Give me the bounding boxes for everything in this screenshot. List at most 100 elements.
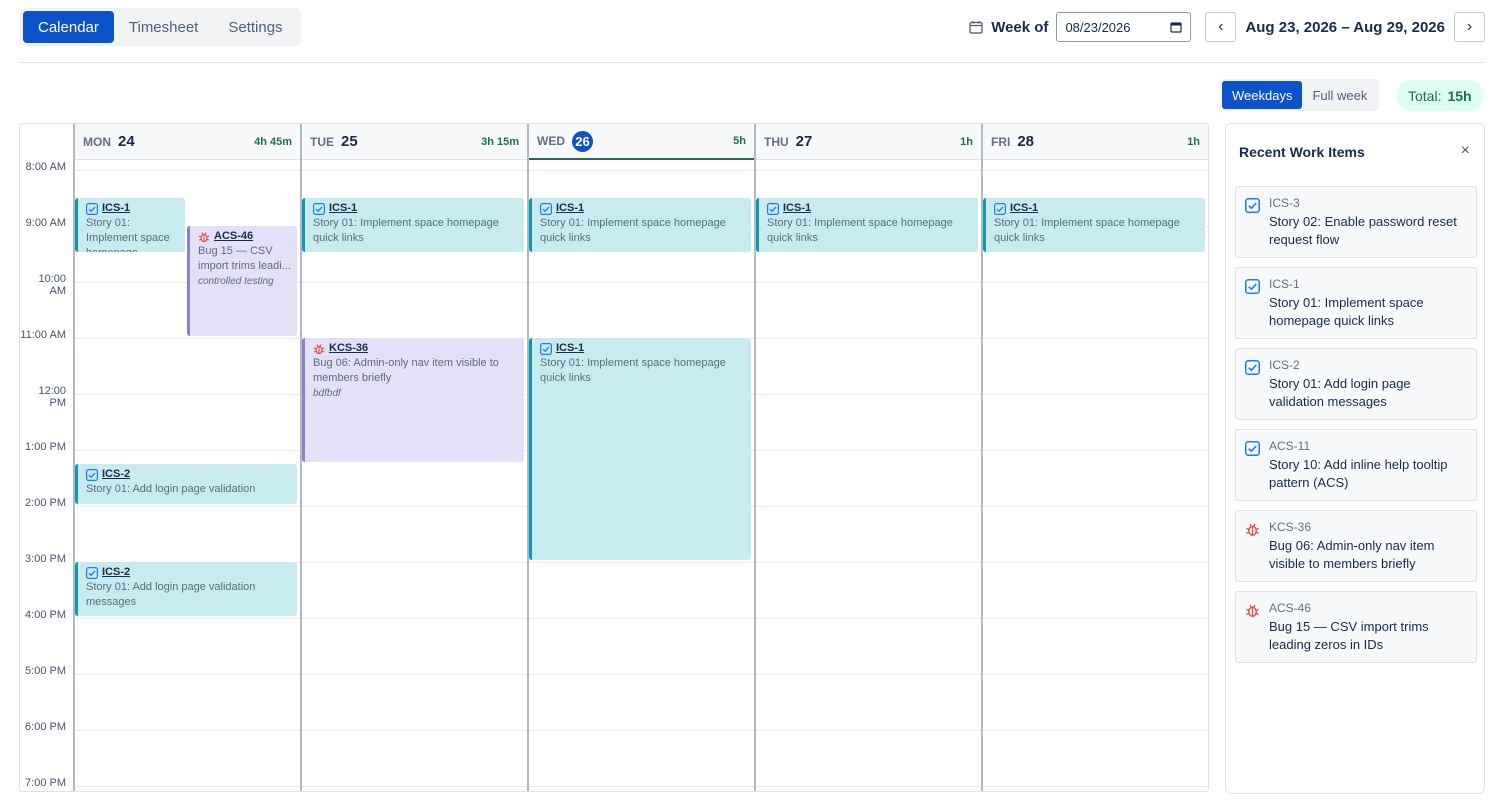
day-total: 4h 45m [254,135,292,148]
recent-work-item[interactable]: ACS-46 Bug 15 — CSV import trims leading … [1235,591,1477,663]
time-label: 10:00 AM [38,273,66,297]
recent-work-item[interactable]: ICS-3 Story 02: Enable password reset req… [1235,186,1477,258]
prev-week-button[interactable]: ‹ [1205,12,1237,42]
event-key-link[interactable]: ICS-1 [329,201,357,216]
day-total: 1h [960,135,973,148]
time-label: 12:00 PM [38,385,66,409]
work-item-title: Story 10: Add inline help tooltip patter… [1269,457,1448,490]
bug-icon [1245,603,1260,618]
time-label: 4:00 PM [25,609,66,621]
calendar-event[interactable]: KCS-36 Bug 06: Admin-only nav item visibl… [302,338,524,462]
bug-icon [1245,523,1260,536]
calendar-event[interactable]: ICS-2 Story 01: Add login page validation… [75,562,297,616]
event-title: Story 01: Implement space homepage... [86,217,170,252]
story-icon [1245,441,1261,457]
calendar-event[interactable]: ICS-1 Story 01: Implement space homepage … [529,338,751,560]
panel-title: Recent Work Items [1239,144,1365,160]
work-item-key: KCS-36 [1269,520,1312,534]
total-value: 15h [1447,87,1472,104]
event-key-link[interactable]: ACS-46 [214,229,253,244]
event-key-link[interactable]: ICS-2 [102,467,130,482]
event-key-link[interactable]: ICS-1 [102,201,130,216]
bug-icon [313,343,325,354]
work-item-key: ICS-3 [1269,196,1300,210]
story-icon [313,202,325,215]
view-weekdays-button[interactable]: Weekdays [1222,81,1303,109]
story-icon [994,202,1006,215]
event-header: ICS-2 [86,467,291,482]
event-key-link[interactable]: ICS-1 [1010,201,1038,216]
day-of-week: FRI [991,134,1011,149]
day-number: 24 [118,133,135,150]
day-header: THU 27 1h [756,124,981,160]
story-icon [1245,198,1261,214]
event-key-link[interactable]: ICS-2 [102,565,130,580]
day-column-fri[interactable]: FRI 28 1h ICS-1 Story 01: Implement space… [981,124,1208,791]
day-column-thu[interactable]: THU 27 1h ICS-1 Story 01: Implement space… [754,124,981,791]
story-icon [1245,279,1261,295]
time-label: 9:00 AM [25,217,66,229]
tab-settings[interactable]: Settings [213,11,297,43]
story-icon [767,202,779,215]
story-icon [1245,360,1261,376]
work-item-key: ACS-11 [1269,439,1311,453]
header-divider [19,62,1485,63]
recent-work-item[interactable]: KCS-36 Bug 06: Admin-only nav item visibl… [1235,510,1477,582]
time-label: 11:00 AM [20,329,66,341]
day-total: 1h [1187,135,1200,148]
event-header: ICS-1 [540,341,745,356]
bug-icon [1245,604,1260,617]
recent-work-item[interactable]: ICS-2 Story 01: Add login page validation… [1235,348,1477,420]
bug-icon [1245,522,1260,537]
next-week-button[interactable]: › [1454,12,1485,42]
day-column-mon[interactable]: MON 24 4h 45m ICS-1 Story 01: Implement s… [73,124,300,791]
tab-timesheet[interactable]: Timesheet [114,11,213,43]
calendar-event[interactable]: ICS-1 Story 01: Implement space homepage … [302,198,524,252]
close-icon[interactable]: × [1461,142,1470,160]
work-item-key: ACS-46 [1269,601,1312,615]
event-key-link[interactable]: ICS-1 [556,341,584,356]
event-header: ACS-46 [198,229,291,244]
tab-calendar[interactable]: Calendar [23,11,114,43]
day-column-wed[interactable]: WED 26 5h ICS-1 Story 01: Implement space… [527,124,754,791]
day-of-week: WED [537,134,565,148]
event-header: ICS-1 [994,201,1199,216]
event-title: Story 01: Implement space homepage quick… [767,217,953,244]
work-item-title: Bug 06: Admin-only nav item visible to m… [1269,538,1435,571]
calendar-event[interactable]: ICS-1 Story 01: Implement space homepage … [983,198,1205,252]
calendar-event[interactable]: ICS-1 Story 01: Implement space homepage … [529,198,751,252]
week-of-label: Week of [991,18,1049,36]
event-title: Story 01: Implement space homepage quick… [540,357,726,384]
calendar-event[interactable]: ACS-46 Bug 15 — CSV import trims leadi...… [187,226,297,336]
calendar-event[interactable]: ICS-2 Story 01: Add login page validation [75,464,297,504]
event-note: controlled testing [198,276,274,287]
story-icon [86,468,98,481]
calendar-event[interactable]: ICS-1Story 01: Implement space homepage.… [75,198,185,252]
work-item-title: Story 01: Implement space homepage quick… [1269,295,1424,328]
recent-work-item[interactable]: ACS-11 Story 10: Add inline help tooltip … [1235,429,1477,501]
view-full-week-button[interactable]: Full week [1302,81,1377,109]
week-date-input[interactable]: 08/23/2026 [1056,12,1192,42]
bug-icon [198,231,210,242]
event-key-link[interactable]: KCS-36 [329,341,368,356]
story-icon [1245,441,1261,457]
day-number: 27 [795,133,813,150]
story-icon [540,202,552,215]
date-picker-icon[interactable] [1170,21,1183,33]
event-key-link[interactable]: ICS-1 [556,201,584,216]
recent-items-list: ICS-3 Story 02: Enable password reset req… [1235,186,1477,672]
time-label: 7:00 PM [25,777,66,789]
event-key-link[interactable]: ICS-1 [783,201,811,216]
day-total: 3h 15m [481,135,519,148]
event-title: Bug 06: Admin-only nav item visible to m… [313,357,499,384]
calendar-event[interactable]: ICS-1 Story 01: Implement space homepage … [756,198,978,252]
day-column-tue[interactable]: TUE 25 3h 15m ICS-1 Story 01: Implement s… [300,124,527,791]
recent-work-item[interactable]: ICS-1 Story 01: Implement space homepage … [1235,267,1477,339]
day-of-week: THU [764,134,789,149]
day-of-week: MON [83,134,111,149]
day-header: FRI 28 1h [983,124,1208,160]
week-controls: Week of 08/23/2026 ‹ Aug 23, 2026 – Aug … [969,12,1485,42]
view-toggle: Weekdays Full week [1220,79,1380,111]
day-header: TUE 25 3h 15m [302,124,527,160]
top-bar: Calendar Timesheet Settings Week of 08/2… [20,8,1485,46]
